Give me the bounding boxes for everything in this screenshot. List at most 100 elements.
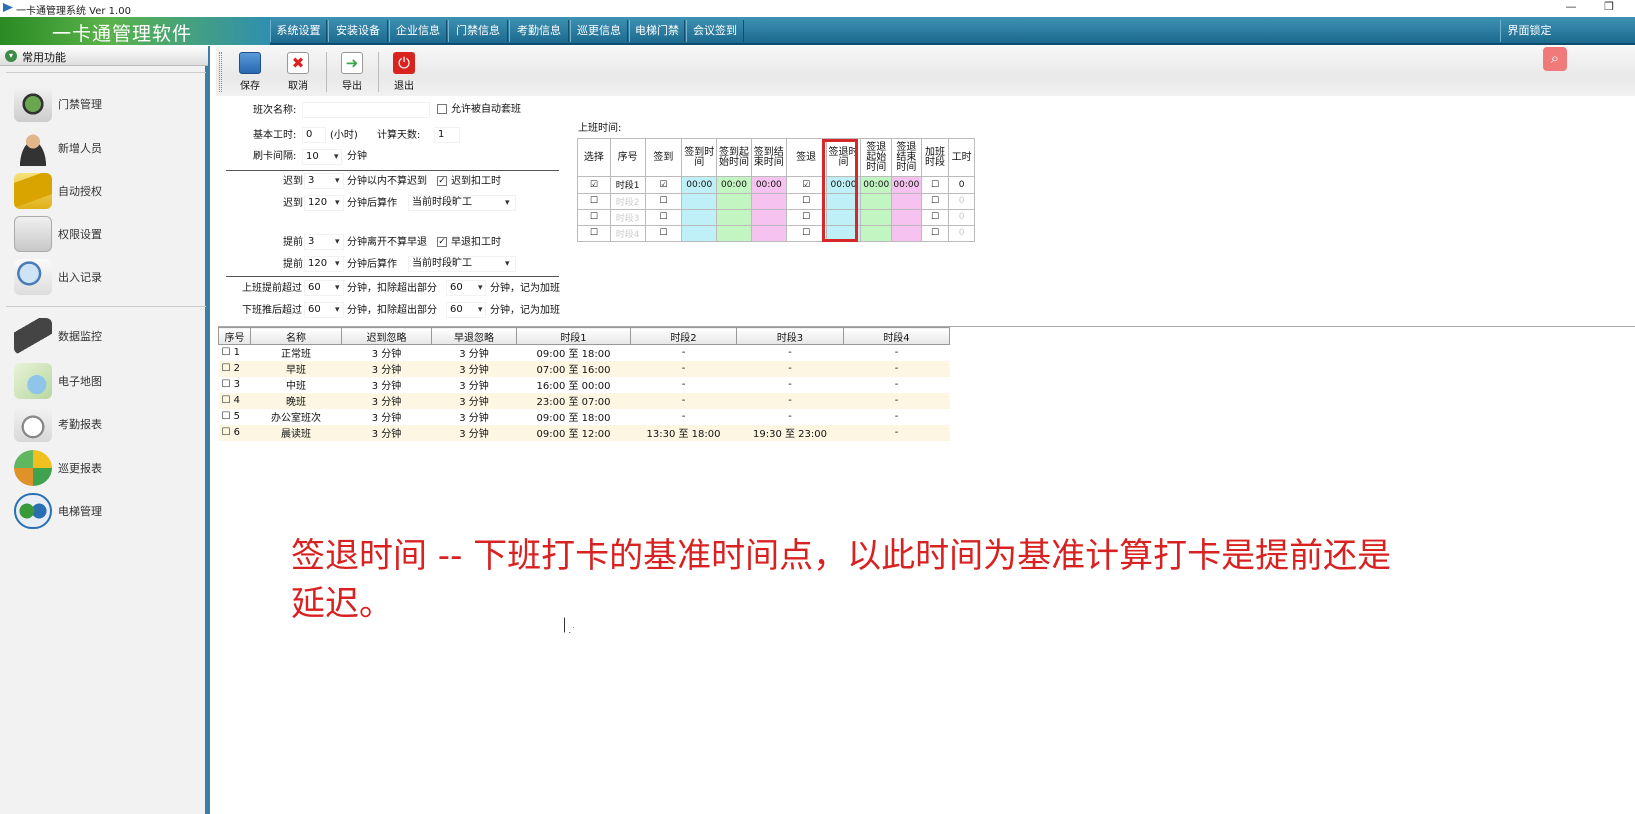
checkin-start-time[interactable] bbox=[716, 224, 752, 243]
base-hours-input[interactable]: 0 bbox=[302, 127, 326, 143]
row-checkbox[interactable]: ☐ bbox=[222, 427, 231, 438]
checkin-checkbox[interactable]: ☐ bbox=[644, 192, 683, 210]
cancel-button[interactable]: ✖ 取消 bbox=[278, 52, 318, 94]
checkin-time[interactable] bbox=[681, 192, 718, 210]
menu-attendance-info[interactable]: 考勤信息 bbox=[509, 20, 569, 42]
checkin-end-time[interactable] bbox=[750, 224, 787, 243]
early-deduct-checkbox[interactable]: ✓ bbox=[437, 237, 447, 247]
save-button[interactable]: 保存 bbox=[230, 52, 270, 94]
checkout-end-time[interactable]: 00:00 bbox=[891, 176, 922, 194]
col-header[interactable]: 早退忽略 bbox=[431, 327, 517, 345]
row-checkbox[interactable]: ☐ bbox=[222, 411, 231, 422]
checkin-time[interactable] bbox=[681, 224, 718, 243]
menu-elevator-access[interactable]: 电梯门禁 bbox=[629, 20, 685, 42]
chevron-down-icon[interactable]: ▾ bbox=[335, 283, 340, 293]
overtime-checkbox[interactable]: ☐ bbox=[920, 192, 950, 210]
checkout-checkbox[interactable]: ☐ bbox=[785, 224, 827, 243]
sidebar-item-elevator[interactable]: 电梯管理 bbox=[14, 491, 204, 531]
table-row[interactable]: ☐ 1 正常班 3 分钟 3 分钟 09:00 至 18:00 - - - bbox=[219, 345, 950, 361]
sidebar-item-auto-authorize[interactable]: 自动授权 bbox=[14, 171, 204, 211]
checkin-checkbox[interactable]: ☐ bbox=[644, 208, 683, 226]
col-header[interactable]: 时段1 bbox=[516, 327, 631, 345]
menu-company-info[interactable]: 企业信息 bbox=[389, 20, 447, 42]
row-seq[interactable]: ☐ 6 bbox=[218, 424, 251, 441]
checkin-start-time[interactable] bbox=[716, 208, 752, 226]
row-seq[interactable]: ☐ 2 bbox=[218, 360, 251, 377]
table-row[interactable]: ☐ 5 办公室班次 3 分钟 3 分钟 09:00 至 18:00 - - - bbox=[219, 409, 950, 425]
search-icon[interactable]: ⌕ bbox=[1543, 47, 1567, 71]
chevron-down-icon[interactable]: ▾ bbox=[505, 259, 510, 269]
col-header[interactable]: 序号 bbox=[218, 327, 251, 345]
menu-system-settings[interactable]: 系统设置 bbox=[270, 20, 327, 42]
sidebar-item-e-map[interactable]: 电子地图 bbox=[14, 361, 204, 401]
overtime-checkbox[interactable]: ☐ bbox=[920, 176, 950, 194]
menu-meeting-checkin[interactable]: 会议签到 bbox=[686, 20, 744, 42]
count-days-input[interactable]: 1 bbox=[434, 127, 460, 143]
row-checkbox[interactable]: ☐ bbox=[222, 395, 231, 406]
chevron-down-icon[interactable]: ▾ bbox=[335, 259, 340, 269]
checkin-start-time[interactable] bbox=[716, 192, 752, 210]
menu-access-info[interactable]: 门禁信息 bbox=[448, 20, 508, 42]
checkin-checkbox[interactable]: ☑ bbox=[644, 176, 683, 194]
chevron-down-icon[interactable]: ▾ bbox=[334, 152, 339, 162]
table-row[interactable]: ☐ 6 晨读班 3 分钟 3 分钟 09:00 至 12:00 13:30 至 … bbox=[218, 424, 950, 441]
checkout-start-time[interactable] bbox=[860, 224, 893, 243]
sidebar-item-access-records[interactable]: 出入记录 bbox=[14, 257, 204, 297]
toolbar-grip[interactable] bbox=[219, 52, 222, 92]
select-checkbox[interactable]: ☑ bbox=[577, 176, 611, 194]
sidebar-item-access-control[interactable]: 门禁管理 bbox=[14, 84, 204, 124]
restore-button[interactable]: ❐ bbox=[1598, 0, 1620, 16]
chevron-down-icon[interactable]: ▾ bbox=[335, 176, 340, 186]
chevron-down-icon[interactable]: ▾ bbox=[478, 305, 483, 315]
lock-ui-button[interactable]: 界面锁定 bbox=[1500, 20, 1558, 42]
minimize-button[interactable]: — bbox=[1560, 0, 1582, 16]
menu-patrol-info[interactable]: 巡更信息 bbox=[570, 20, 628, 42]
table-row[interactable]: ☐ 2 早班 3 分钟 3 分钟 07:00 至 16:00 - - - bbox=[218, 360, 950, 377]
checkin-end-time[interactable] bbox=[750, 208, 787, 226]
col-header[interactable]: 时段2 bbox=[630, 327, 737, 345]
late2-action-select[interactable]: 当前时段旷工 bbox=[408, 195, 516, 211]
checkin-time[interactable]: 00:00 bbox=[681, 176, 718, 194]
select-checkbox[interactable]: ☐ bbox=[577, 208, 611, 226]
checkout-end-time[interactable] bbox=[891, 192, 922, 210]
checkout-start-time[interactable]: 00:00 bbox=[860, 176, 893, 194]
shift-name-input[interactable] bbox=[302, 102, 430, 118]
row-checkbox[interactable]: ☐ bbox=[222, 363, 231, 374]
row-checkbox[interactable]: ☐ bbox=[222, 347, 231, 358]
exit-button[interactable]: ⏻ 退出 bbox=[384, 52, 424, 94]
chevron-down-icon[interactable]: ▾ bbox=[505, 198, 510, 208]
checkout-end-time[interactable] bbox=[891, 208, 922, 226]
checkin-time[interactable] bbox=[681, 208, 718, 226]
col-header[interactable]: 迟到忽略 bbox=[341, 327, 432, 345]
row-seq[interactable]: ☐ 4 bbox=[218, 392, 251, 409]
overtime-checkbox[interactable]: ☐ bbox=[920, 224, 950, 243]
checkin-end-time[interactable] bbox=[750, 192, 787, 210]
menu-install-device[interactable]: 安装设备 bbox=[328, 20, 388, 42]
checkin-start-time[interactable]: 00:00 bbox=[716, 176, 752, 194]
row-seq[interactable]: ☐ 1 bbox=[219, 345, 251, 361]
early2-action-select[interactable]: 当前时段旷工 bbox=[408, 256, 516, 272]
sidebar-header[interactable]: ▾ 常用功能 bbox=[0, 46, 208, 66]
auto-shift-checkbox[interactable] bbox=[437, 104, 447, 114]
sidebar-item-data-monitor[interactable]: 数据监控 bbox=[14, 316, 204, 356]
col-header[interactable]: 名称 bbox=[250, 327, 342, 345]
col-header[interactable]: 时段3 bbox=[736, 327, 844, 345]
checkout-start-time[interactable] bbox=[860, 208, 893, 226]
row-seq[interactable]: ☐ 3 bbox=[219, 377, 251, 393]
sidebar-item-permission[interactable]: 权限设置 bbox=[14, 214, 204, 254]
col-header[interactable]: 时段4 bbox=[843, 327, 950, 345]
row-seq[interactable]: ☐ 5 bbox=[219, 409, 251, 425]
chevron-down-icon[interactable]: ▾ bbox=[478, 283, 483, 293]
export-button[interactable]: ➜ 导出 bbox=[332, 52, 372, 94]
checkout-checkbox[interactable]: ☐ bbox=[785, 192, 827, 210]
checkin-end-time[interactable]: 00:00 bbox=[750, 176, 787, 194]
chevron-down-icon[interactable]: ▾ bbox=[335, 198, 340, 208]
chevron-down-icon[interactable]: ▾ bbox=[335, 305, 340, 315]
select-checkbox[interactable]: ☐ bbox=[577, 192, 611, 210]
chevron-down-icon[interactable]: ▾ bbox=[335, 237, 340, 247]
sidebar-item-new-person[interactable]: 新增人员 bbox=[14, 128, 204, 168]
checkin-checkbox[interactable]: ☐ bbox=[644, 224, 683, 243]
sidebar-item-attendance-report[interactable]: 考勤报表 bbox=[14, 404, 204, 444]
checkout-checkbox[interactable]: ☐ bbox=[785, 208, 827, 226]
late-deduct-checkbox[interactable]: ✓ bbox=[437, 176, 447, 186]
